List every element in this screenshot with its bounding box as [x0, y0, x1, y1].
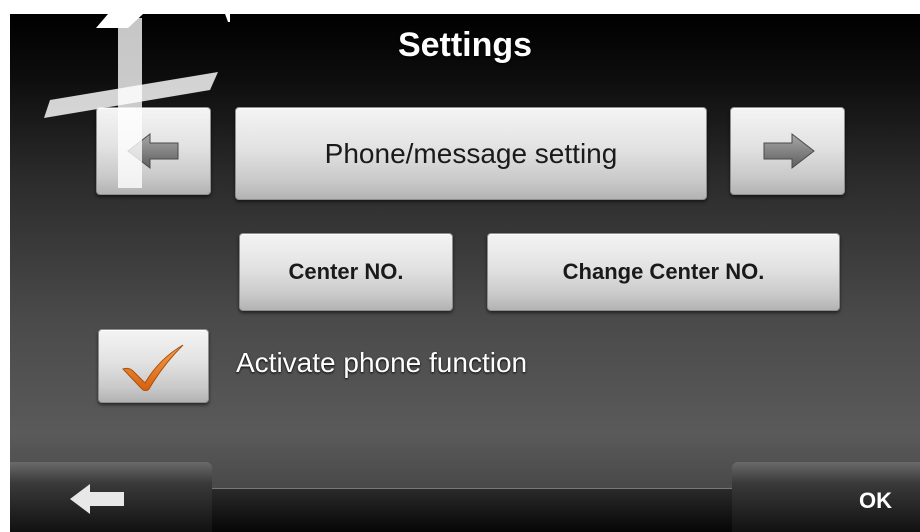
arrow-right-icon [763, 132, 815, 170]
change-center-no-button[interactable]: Change Center NO. [487, 233, 840, 311]
back-button[interactable] [10, 462, 212, 532]
footer-center-panel [212, 488, 732, 532]
prev-page-button[interactable] [96, 107, 211, 195]
activate-phone-checkbox[interactable] [98, 329, 209, 403]
center-no-button[interactable]: Center NO. [239, 233, 453, 311]
ok-button[interactable]: OK [732, 462, 920, 532]
checkmark-icon [121, 344, 183, 391]
arrow-left-icon [126, 132, 178, 170]
ok-label: OK [859, 488, 892, 513]
center-no-label: Center NO. [288, 259, 404, 284]
page-title: Settings [397, 26, 533, 64]
next-page-button[interactable] [730, 107, 845, 195]
section-title-label: Phone/message setting [324, 137, 618, 169]
change-center-no-label: Change Center NO. [562, 259, 765, 284]
section-title-button[interactable]: Phone/message setting [235, 107, 707, 200]
back-arrow-icon [70, 484, 124, 514]
footer-bar: OK [10, 462, 920, 532]
activate-phone-label: Activate phone function [236, 347, 528, 378]
settings-screen: Settings Phone/message setting Center NO… [10, 14, 920, 532]
